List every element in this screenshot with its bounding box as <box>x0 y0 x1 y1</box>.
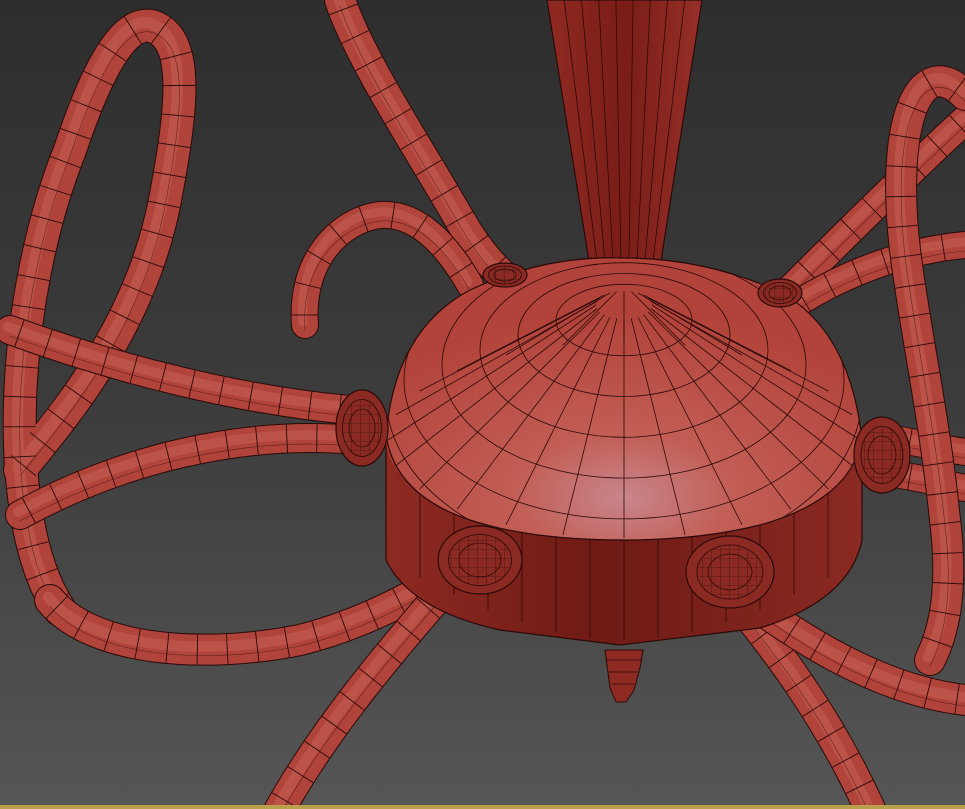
arm-socket <box>757 278 803 308</box>
arm-socket <box>853 416 911 494</box>
viewport-canvas[interactable] <box>0 0 965 809</box>
arm-socket <box>437 525 523 595</box>
arm-socket <box>335 389 389 467</box>
viewport-status-strip <box>0 805 965 809</box>
arm-socket <box>685 535 775 609</box>
arm-socket <box>482 262 528 288</box>
3d-viewport[interactable] <box>0 0 965 809</box>
